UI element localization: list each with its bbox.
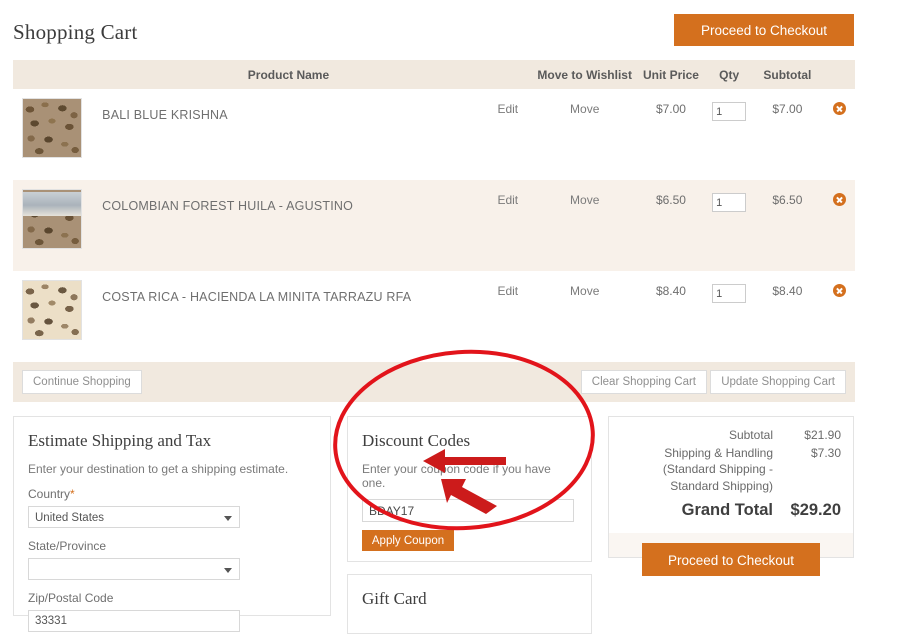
remove-item-icon[interactable] xyxy=(832,102,846,115)
edit-item-link[interactable]: Edit xyxy=(497,193,518,207)
clear-shopping-cart-button[interactable]: Clear Shopping Cart xyxy=(580,370,707,394)
product-name-cell: BALI BLUE KRISHNA xyxy=(96,89,481,180)
quantity-input[interactable] xyxy=(712,102,747,121)
gift-card-title: Gift Card xyxy=(362,589,427,608)
quantity-input[interactable] xyxy=(712,193,747,212)
move-cell: Move xyxy=(534,180,635,271)
product-image[interactable] xyxy=(22,189,82,249)
column-header-move-to-wishlist: Move to Wishlist xyxy=(534,60,635,89)
subtotal-cell: $8.40 xyxy=(751,271,824,362)
cart-totals-panel: Subtotal $21.90 Shipping & Handling (Sta… xyxy=(608,416,854,577)
product-image[interactable] xyxy=(22,98,82,158)
edit-item-link[interactable]: Edit xyxy=(497,102,518,116)
move-cell: Move xyxy=(534,89,635,180)
continue-shopping-button[interactable]: Continue Shopping xyxy=(22,370,142,394)
product-name-link[interactable]: COLOMBIAN FOREST HUILA - AGUSTINO xyxy=(96,180,481,214)
proceed-to-checkout-button-top[interactable]: Proceed to Checkout xyxy=(674,14,854,46)
table-row: COLOMBIAN FOREST HUILA - AGUSTINO Edit M… xyxy=(13,180,855,271)
quantity-input[interactable] xyxy=(712,284,747,303)
product-name-cell: COLOMBIAN FOREST HUILA - AGUSTINO xyxy=(96,180,481,271)
move-to-wishlist-link[interactable]: Move xyxy=(570,102,599,116)
move-to-wishlist-link[interactable]: Move xyxy=(570,193,599,207)
table-row: BALI BLUE KRISHNA Edit Move $7.00 $7.00 xyxy=(13,89,855,180)
country-select[interactable]: United States xyxy=(28,506,240,528)
shipping-handling-row: Shipping & Handling (Standard Shipping -… xyxy=(621,445,841,494)
column-header-qty: Qty xyxy=(707,60,751,89)
cart-lower-section: Estimate Shipping and Tax Enter your des… xyxy=(0,416,902,634)
proceed-to-checkout-button-bottom[interactable]: Proceed to Checkout xyxy=(642,543,820,577)
column-header-product-name: Product Name xyxy=(96,60,481,89)
edit-cell: Edit xyxy=(480,89,535,180)
chevron-down-icon xyxy=(224,568,232,573)
discount-codes-description: Enter your coupon code if you have one. xyxy=(362,462,551,490)
column-header-thumbnail xyxy=(13,60,97,89)
cart-table-body: BALI BLUE KRISHNA Edit Move $7.00 $7.00 … xyxy=(13,89,855,362)
product-name-cell: COSTA RICA - HACIENDA LA MINITA TARRAZU … xyxy=(96,271,481,362)
column-header-edit xyxy=(480,60,535,89)
cart-totals-list: Subtotal $21.90 Shipping & Handling (Sta… xyxy=(609,417,853,534)
cart-table: Product Name Move to Wishlist Unit Price… xyxy=(13,60,855,362)
estimate-shipping-description: Enter your destination to get a shipping… xyxy=(28,462,289,476)
edit-cell: Edit xyxy=(480,180,535,271)
apply-coupon-button[interactable]: Apply Coupon xyxy=(362,530,454,551)
subtotal-row: Subtotal $21.90 xyxy=(621,427,841,443)
unit-price-cell: $6.50 xyxy=(634,180,708,271)
table-row: COSTA RICA - HACIENDA LA MINITA TARRAZU … xyxy=(13,271,855,362)
state-label: State/Province xyxy=(28,539,107,553)
column-header-remove xyxy=(823,60,855,89)
product-name-link[interactable]: BALI BLUE KRISHNA xyxy=(96,89,481,123)
unit-price-cell: $7.00 xyxy=(634,89,708,180)
shipping-handling-label: Shipping & Handling (Standard Shipping -… xyxy=(662,446,773,493)
column-header-unit-price: Unit Price xyxy=(634,60,708,89)
cart-table-header: Product Name Move to Wishlist Unit Price… xyxy=(13,60,855,89)
product-image[interactable] xyxy=(22,280,82,340)
cart-header-row: Product Name Move to Wishlist Unit Price… xyxy=(13,60,855,89)
edit-cell: Edit xyxy=(480,271,535,362)
remove-cell xyxy=(823,180,855,271)
qty-cell xyxy=(707,271,751,362)
coupon-code-input[interactable] xyxy=(362,499,574,522)
remove-item-icon[interactable] xyxy=(832,284,846,297)
page-header: Shopping Cart Proceed to Checkout xyxy=(0,0,902,60)
move-to-wishlist-link[interactable]: Move xyxy=(570,284,599,298)
required-marker: * xyxy=(70,487,75,501)
cart-action-bar: Continue Shopping Clear Shopping Cart Up… xyxy=(13,362,855,402)
grand-total-label: Grand Total xyxy=(681,500,773,519)
qty-cell xyxy=(707,89,751,180)
column-header-subtotal: Subtotal xyxy=(751,60,824,89)
remove-cell xyxy=(823,89,855,180)
zip-postal-code-input[interactable] xyxy=(28,610,240,632)
discount-codes-title: Discount Codes xyxy=(362,431,471,450)
unit-price-cell: $8.40 xyxy=(634,271,708,362)
product-thumbnail-cell xyxy=(13,271,97,362)
grand-total-value: $29.20 xyxy=(790,500,841,519)
zip-label: Zip/Postal Code xyxy=(28,591,114,605)
chevron-down-icon xyxy=(224,516,232,521)
country-label-text: Country xyxy=(28,487,71,501)
page-title: Shopping Cart xyxy=(13,20,138,44)
shipping-handling-value: $7.30 xyxy=(810,446,841,461)
state-select[interactable] xyxy=(28,558,240,580)
subtotal-cell: $6.50 xyxy=(751,180,824,271)
remove-item-icon[interactable] xyxy=(832,193,846,206)
product-thumbnail-cell xyxy=(13,180,97,271)
move-cell: Move xyxy=(534,271,635,362)
update-shopping-cart-button[interactable]: Update Shopping Cart xyxy=(710,370,846,394)
gift-card-panel: Gift Card xyxy=(347,574,592,634)
edit-item-link[interactable]: Edit xyxy=(497,284,518,298)
country-select-value: United States xyxy=(35,512,105,524)
grand-total-row: Grand Total $29.20 xyxy=(621,499,841,521)
subtotal-cell: $7.00 xyxy=(751,89,824,180)
country-label: Country* xyxy=(14,476,330,501)
estimate-shipping-title: Estimate Shipping and Tax xyxy=(28,431,212,450)
subtotal-label: Subtotal xyxy=(728,428,773,442)
product-name-link[interactable]: COSTA RICA - HACIENDA LA MINITA TARRAZU … xyxy=(96,271,481,305)
discount-codes-panel: Discount Codes Enter your coupon code if… xyxy=(347,416,592,562)
remove-cell xyxy=(823,271,855,362)
qty-cell xyxy=(707,180,751,271)
estimate-shipping-panel: Estimate Shipping and Tax Enter your des… xyxy=(13,416,331,632)
product-thumbnail-cell xyxy=(13,89,97,180)
subtotal-value: $21.90 xyxy=(804,428,841,442)
